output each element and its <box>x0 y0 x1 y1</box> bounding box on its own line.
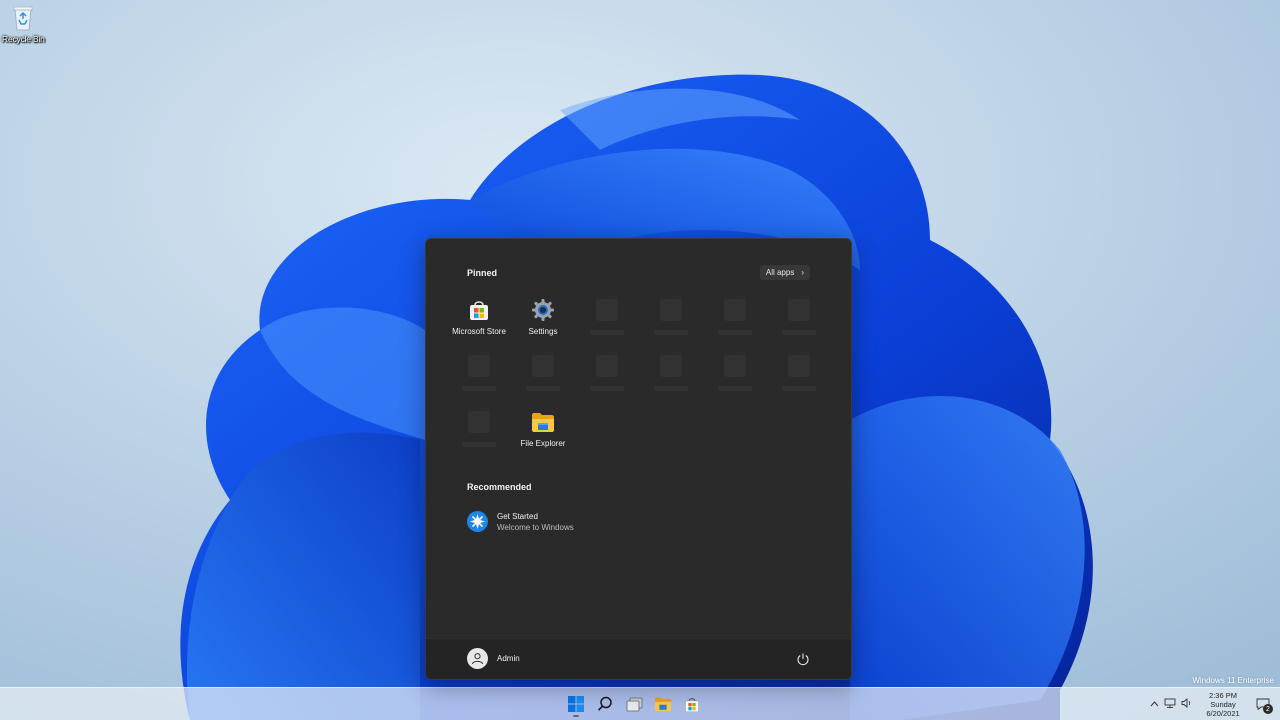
start-menu-footer: Admin <box>426 638 851 679</box>
placeholder-label <box>654 330 688 335</box>
pinned-app-label: Settings <box>528 327 558 336</box>
taskbar-clock[interactable]: 2:36 PM Sunday 6/20/2021 <box>1198 691 1248 718</box>
user-account-button[interactable]: Admin <box>467 648 520 669</box>
all-apps-label: All apps <box>765 268 795 277</box>
recommended-title: Recommended <box>467 482 532 492</box>
pinned-app-placeholder[interactable] <box>447 409 511 465</box>
placeholder-label <box>782 330 816 335</box>
desktop-icon-recycle-bin[interactable]: Recycle Bin <box>2 4 45 44</box>
chevron-right-icon: › <box>801 268 804 277</box>
placeholder-label <box>526 386 560 391</box>
placeholder-icon <box>724 299 746 321</box>
system-tray: 2:36 PM Sunday 6/20/2021 2 <box>1150 688 1280 720</box>
pinned-app-placeholder[interactable] <box>575 297 639 353</box>
recommended-item-title: Get Started <box>497 511 538 521</box>
recommended-item-get-started[interactable]: Get Started Welcome to Windows <box>467 511 574 532</box>
taskbar-search-button[interactable] <box>593 690 617 718</box>
notification-badge: 2 <box>1263 704 1273 714</box>
placeholder-label <box>462 386 496 391</box>
placeholder-icon <box>596 355 618 377</box>
placeholder-icon <box>660 355 682 377</box>
clock-date: 6/20/2021 <box>1206 708 1240 718</box>
pinned-app-placeholder[interactable] <box>447 353 511 409</box>
pinned-app-file-explorer[interactable]: File Explorer <box>511 409 575 465</box>
placeholder-icon <box>788 299 810 321</box>
user-avatar-icon <box>467 648 488 669</box>
placeholder-label <box>718 386 752 391</box>
tray-icons <box>1150 698 1192 710</box>
placeholder-icon <box>468 411 490 433</box>
pinned-apps-grid: Microsoft Store Settings File Explorer <box>447 297 831 465</box>
recycle-bin-icon <box>10 4 36 32</box>
start-menu: Pinned All apps › Microsoft Store Settin… <box>425 238 852 680</box>
notification-center-button[interactable]: 2 <box>1252 690 1274 718</box>
file-explorer-icon <box>655 697 671 712</box>
pinned-app-placeholder[interactable] <box>639 353 703 409</box>
task-view-icon <box>626 697 642 711</box>
user-name: Admin <box>497 654 520 663</box>
placeholder-icon <box>788 355 810 377</box>
placeholder-icon <box>596 299 618 321</box>
taskbar-microsoft-store-button[interactable] <box>680 690 704 718</box>
placeholder-icon <box>724 355 746 377</box>
os-edition-watermark: Windows 11 Enterprise <box>1192 676 1274 685</box>
placeholder-icon <box>660 299 682 321</box>
pinned-app-placeholder[interactable] <box>511 353 575 409</box>
clock-day: Sunday <box>1210 699 1236 709</box>
pinned-app-placeholder[interactable] <box>767 353 831 409</box>
pinned-title: Pinned <box>467 268 498 278</box>
taskbar-start-button[interactable] <box>564 690 588 718</box>
placeholder-label <box>654 386 688 391</box>
pinned-app-label: Microsoft Store <box>452 327 506 336</box>
windows-start-icon <box>568 696 584 712</box>
pinned-app-placeholder[interactable] <box>639 297 703 353</box>
pinned-app-placeholder[interactable] <box>767 297 831 353</box>
clock-time: 2:36 PM <box>1209 690 1237 700</box>
pinned-app-placeholder[interactable] <box>703 297 767 353</box>
pinned-app-settings[interactable]: Settings <box>511 297 575 353</box>
pinned-app-placeholder[interactable] <box>575 353 639 409</box>
file-explorer-icon <box>531 410 555 434</box>
placeholder-label <box>462 442 496 447</box>
get-started-icon <box>467 511 488 532</box>
power-icon[interactable] <box>796 652 810 666</box>
placeholder-icon <box>468 355 490 377</box>
settings-gear-icon <box>531 298 555 322</box>
taskbar-apps <box>564 690 704 718</box>
placeholder-icon <box>532 355 554 377</box>
volume-icon[interactable] <box>1181 698 1192 710</box>
microsoft-store-icon <box>467 298 491 322</box>
network-icon[interactable] <box>1164 698 1176 710</box>
taskbar: 2:36 PM Sunday 6/20/2021 2 <box>0 687 1280 720</box>
placeholder-label <box>782 386 816 391</box>
placeholder-label <box>590 386 624 391</box>
pinned-app-placeholder[interactable] <box>703 353 767 409</box>
microsoft-store-icon <box>685 697 699 712</box>
taskbar-task-view-button[interactable] <box>622 690 646 718</box>
all-apps-button[interactable]: All apps › <box>759 265 810 280</box>
placeholder-label <box>718 330 752 335</box>
desktop-icon-label: Recycle Bin <box>2 34 45 44</box>
placeholder-label <box>590 330 624 335</box>
pinned-app-microsoft-store[interactable]: Microsoft Store <box>447 297 511 353</box>
recommended-item-subtitle: Welcome to Windows <box>497 522 574 532</box>
pinned-app-label: File Explorer <box>520 439 566 448</box>
search-icon <box>597 696 612 711</box>
taskbar-file-explorer-button[interactable] <box>651 690 675 718</box>
chevron-up-icon[interactable] <box>1150 699 1159 709</box>
